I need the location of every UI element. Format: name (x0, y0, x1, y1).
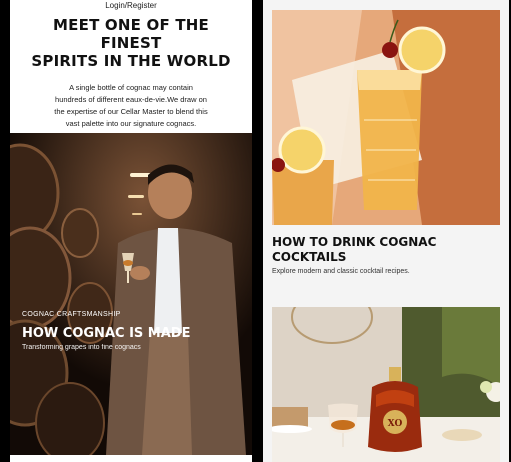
cocktails-title-line-1: HOW TO DRINK COGNAC (272, 235, 437, 249)
hero-body-line-3: the expertise of our Cellar Master to bl… (54, 107, 208, 116)
right-panel: HOW TO DRINK COGNAC COCKTAILS Explore mo… (263, 0, 509, 462)
cocktails-card-description: Explore modern and classic cocktail reci… (272, 268, 410, 275)
hero-body-line-1: A single bottle of cognac may contain (69, 83, 193, 92)
hero-body-line-4: vast palette into our signature cognacs. (65, 119, 197, 128)
left-panel: Login/Register MEET ONE OF THE FINEST SP… (10, 0, 252, 462)
hero-title-line-2: SPIRITS IN THE WORLD (31, 52, 231, 70)
next-card-edge (10, 455, 252, 462)
bottle-photo[interactable]: XO (272, 307, 500, 462)
feature-title[interactable]: HOW COGNAC IS MADE (22, 326, 190, 341)
login-register-link[interactable]: Login/Register (10, 1, 252, 10)
cocktails-card-title[interactable]: HOW TO DRINK COGNAC COCKTAILS (272, 235, 500, 265)
cocktail-photo[interactable] (272, 10, 500, 225)
feature-eyebrow: COGNAC CRAFTSMANSHIP (22, 311, 121, 318)
feature-overlay: COGNAC CRAFTSMANSHIP HOW COGNAC IS MADE … (22, 311, 190, 351)
hero-section: MEET ONE OF THE FINEST SPIRITS IN THE WO… (10, 16, 252, 130)
hero-body-line-2: hundreds of different eaux-de-vie.We dra… (55, 95, 207, 104)
cellar-master-feature-card[interactable]: COGNAC CRAFTSMANSHIP HOW COGNAC IS MADE … (10, 133, 252, 455)
cellar-master-photo (10, 133, 252, 455)
cocktails-title-line-2: COCKTAILS (272, 250, 347, 264)
bottle-label-text: XO (388, 419, 403, 429)
hero-title: MEET ONE OF THE FINEST SPIRITS IN THE WO… (22, 16, 240, 70)
hero-body: A single bottle of cognac may contain hu… (46, 82, 216, 130)
hero-title-line-1: MEET ONE OF THE FINEST (53, 16, 209, 52)
feature-subtitle: Transforming grapes into fine cognacs (22, 344, 141, 351)
